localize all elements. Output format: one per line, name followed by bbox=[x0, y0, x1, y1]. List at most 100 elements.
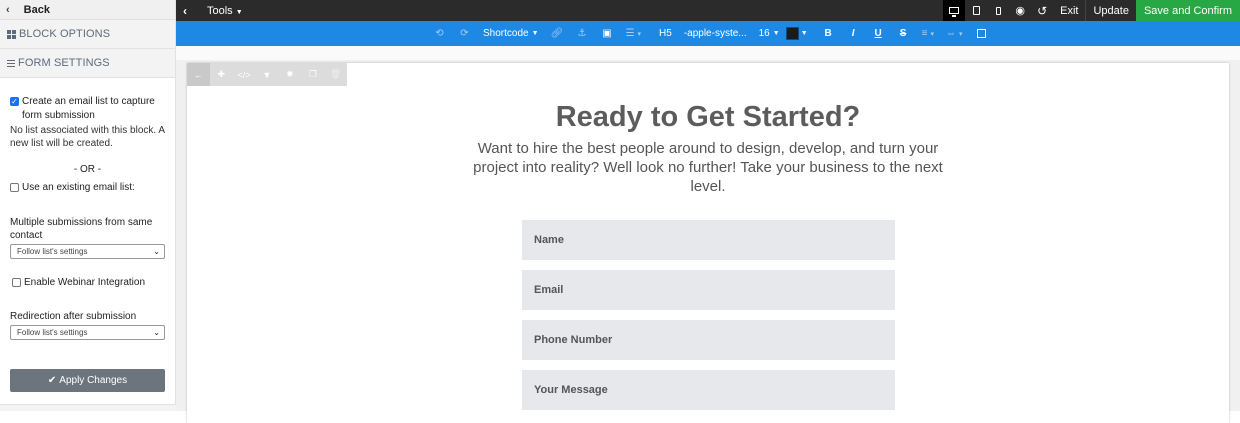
link-icon: 🔗︎ bbox=[550, 28, 564, 39]
strikethrough-button[interactable]: S bbox=[891, 21, 916, 46]
create-list-checkbox[interactable]: ✓ bbox=[10, 97, 19, 106]
anchor-icon: ⚓︎ bbox=[577, 28, 587, 39]
block-options-tab[interactable]: BLOCK OPTIONS bbox=[0, 20, 175, 49]
existing-list-label: Use an existing email list: bbox=[22, 182, 135, 193]
gear-icon: ✹ bbox=[286, 69, 294, 79]
caret-down-icon: ▼ bbox=[531, 30, 539, 37]
caret-down-icon: ▼ bbox=[772, 30, 780, 37]
heading-menu[interactable]: H5 bbox=[653, 21, 678, 46]
top-bar: ‹ Tools ▼ ◉ ↺ Exit Update Save and Confir… bbox=[176, 0, 1240, 21]
email-field[interactable]: Email bbox=[522, 270, 895, 310]
font-size-label: 16 bbox=[758, 28, 770, 39]
code-button[interactable]: </> bbox=[233, 63, 256, 86]
top-bar-actions: ◉ ↺ Exit Update Save and Confirm bbox=[943, 0, 1240, 21]
webinar-option: Enable Webinar Integration bbox=[10, 276, 165, 290]
back-button[interactable]: ‹ Back bbox=[0, 0, 175, 20]
align-icon: ≡ bbox=[921, 28, 928, 39]
multiple-submissions-label: Multiple submissions from same contact bbox=[10, 217, 153, 241]
move-icon: ✚ bbox=[217, 69, 226, 79]
existing-list-checkbox[interactable] bbox=[10, 183, 19, 192]
image-icon: ▣ bbox=[602, 28, 612, 39]
filter-button[interactable]: ▼ bbox=[256, 63, 279, 86]
text-color-picker[interactable]: ▼ bbox=[785, 21, 812, 46]
spacing-icon: ⇔ bbox=[945, 28, 956, 39]
sidebar: ‹ Back BLOCK OPTIONS FORM SETTINGS ✓ Cre… bbox=[0, 0, 176, 411]
back-arrow-button[interactable]: ← bbox=[187, 63, 210, 86]
preview-button[interactable]: ◉ bbox=[1009, 0, 1031, 21]
editor-canvas: ← ✚ </> ▼ ✹ ❐ 🗑︎ Ready to Get Started? W… bbox=[176, 46, 1240, 423]
back-label: Back bbox=[23, 3, 50, 16]
italic-button[interactable]: I bbox=[841, 21, 866, 46]
font-size-menu[interactable]: 16 ▼ bbox=[753, 21, 786, 46]
tablet-view-button[interactable] bbox=[965, 0, 987, 21]
caret-down-icon: ▾ bbox=[637, 30, 642, 38]
underline-button[interactable]: U bbox=[866, 21, 891, 46]
existing-list-option: Use an existing email list: bbox=[10, 181, 165, 195]
trash-icon: 🗑︎ bbox=[329, 69, 342, 79]
grid-icon bbox=[7, 29, 16, 39]
underline-icon: U bbox=[874, 28, 882, 39]
tablet-icon bbox=[972, 6, 980, 15]
block-button[interactable] bbox=[969, 21, 994, 46]
mobile-view-button[interactable] bbox=[987, 0, 1009, 21]
move-button[interactable]: ✚ bbox=[210, 63, 233, 86]
delete-button[interactable]: 🗑︎ bbox=[324, 63, 347, 86]
update-button[interactable]: Update bbox=[1085, 0, 1135, 21]
redirection-select[interactable]: Follow list's settings ⌄ bbox=[10, 325, 165, 340]
page-title: Ready to Get Started? bbox=[555, 101, 861, 133]
tools-label: Tools bbox=[207, 4, 233, 17]
undo-icon: ⟲ bbox=[435, 28, 444, 39]
caret-down-icon: ▼ bbox=[235, 8, 243, 16]
apply-changes-button[interactable]: ✔ Apply Changes bbox=[10, 369, 165, 392]
apply-changes-label: Apply Changes bbox=[59, 375, 128, 386]
link-button[interactable]: 🔗︎ bbox=[545, 21, 570, 46]
exit-button[interactable]: Exit bbox=[1053, 0, 1085, 21]
settings-button[interactable]: ✹ bbox=[278, 63, 301, 86]
anchor-button[interactable]: ⚓︎ bbox=[570, 21, 595, 46]
name-field[interactable]: Name bbox=[522, 220, 895, 260]
create-list-option: ✓ Create an email list to capture form s… bbox=[10, 95, 165, 123]
save-confirm-button[interactable]: Save and Confirm bbox=[1135, 0, 1240, 21]
desktop-icon bbox=[949, 7, 960, 17]
italic-icon: I bbox=[851, 28, 855, 39]
bold-button[interactable]: B bbox=[816, 21, 841, 46]
shortcode-menu[interactable]: Shortcode ▼ bbox=[477, 21, 545, 46]
form-settings-tab[interactable]: FORM SETTINGS bbox=[0, 49, 175, 78]
caret-down-icon: ▾ bbox=[930, 30, 934, 38]
chevron-down-icon: ⌄ bbox=[153, 247, 160, 256]
chevron-left-icon: ‹ bbox=[6, 3, 10, 16]
align-menu[interactable]: ≡ ▾ bbox=[916, 21, 940, 46]
redirection-label: Redirection after submission bbox=[10, 311, 137, 322]
webinar-checkbox[interactable] bbox=[12, 278, 21, 287]
history-button[interactable]: ↺ bbox=[1031, 0, 1053, 21]
page-subtitle: Want to hire the best people around to d… bbox=[473, 140, 943, 195]
desktop-view-button[interactable] bbox=[943, 0, 966, 21]
spacing-menu[interactable]: ⇔ ▾ bbox=[940, 21, 969, 46]
block-tools: ← ✚ </> ▼ ✹ ❐ 🗑︎ bbox=[187, 63, 347, 86]
tools-menu[interactable]: Tools ▼ bbox=[207, 5, 243, 17]
history-icon: ↺ bbox=[1037, 3, 1048, 18]
list-menu[interactable]: ☰ ▾ bbox=[620, 21, 647, 46]
arrow-left-icon: ← bbox=[193, 69, 203, 80]
or-divider: - OR - bbox=[73, 164, 102, 175]
list-icon: ☰ bbox=[625, 28, 635, 39]
page-block[interactable]: ← ✚ </> ▼ ✹ ❐ 🗑︎ Ready to Get Started? W… bbox=[187, 63, 1229, 423]
sidebar-footer bbox=[0, 404, 176, 411]
image-button[interactable]: ▣ bbox=[595, 21, 620, 46]
block-options-label: BLOCK OPTIONS bbox=[19, 28, 111, 40]
mobile-icon bbox=[995, 6, 1001, 15]
chevron-left-icon[interactable]: ‹ bbox=[183, 4, 197, 18]
redo-button[interactable]: ⟳ bbox=[452, 21, 477, 46]
undo-button[interactable]: ⟲ bbox=[427, 21, 452, 46]
multiple-submissions-select[interactable]: Follow list's settings ⌄ bbox=[10, 244, 165, 259]
form-settings-panel: ✓ Create an email list to capture form s… bbox=[0, 95, 175, 340]
message-field[interactable]: Your Message bbox=[522, 370, 895, 410]
webinar-label: Enable Webinar Integration bbox=[24, 277, 146, 288]
font-family-menu[interactable]: -apple-syste... bbox=[678, 21, 753, 46]
eye-icon: ◉ bbox=[1015, 5, 1025, 17]
duplicate-button[interactable]: ❐ bbox=[301, 63, 324, 86]
square-icon bbox=[976, 29, 986, 38]
phone-field[interactable]: Phone Number bbox=[522, 320, 895, 360]
shortcode-label: Shortcode bbox=[483, 28, 529, 39]
bold-icon: B bbox=[824, 28, 832, 39]
